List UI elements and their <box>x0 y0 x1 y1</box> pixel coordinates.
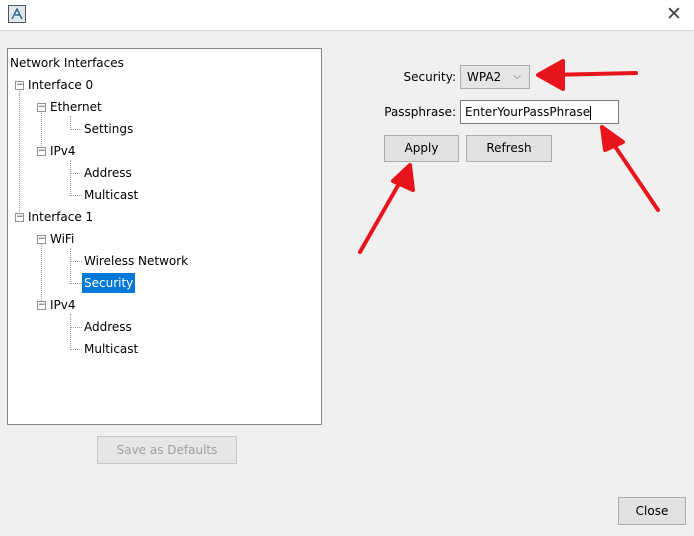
arrow-to-passphrase-icon <box>600 125 660 212</box>
annotation-arrows <box>358 59 660 254</box>
arrow-to-apply-icon <box>358 163 415 254</box>
arrow-to-security-icon <box>536 59 638 91</box>
